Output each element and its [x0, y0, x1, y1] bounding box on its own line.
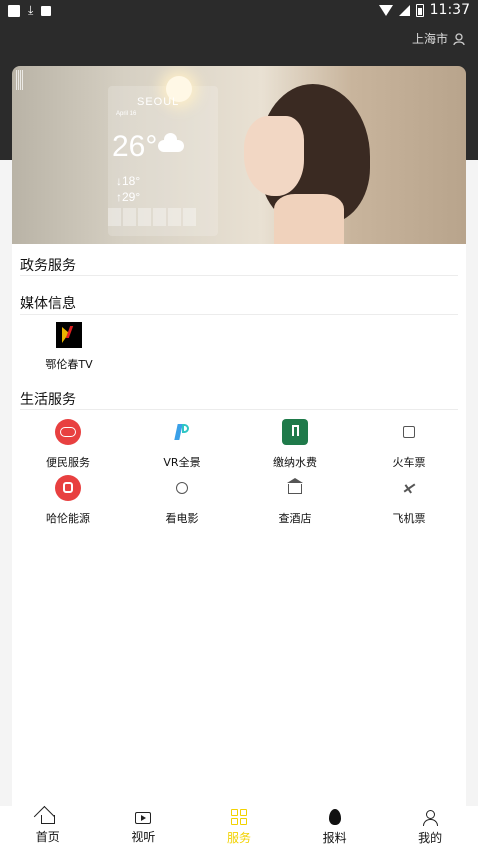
tab-home[interactable]: 首页	[0, 806, 96, 850]
tab-services[interactable]: 服务	[191, 806, 287, 850]
service-vr[interactable]: VR全景	[137, 419, 227, 470]
tab-label: 报料	[322, 831, 347, 845]
status-bar: ⤓ 11:37	[0, 0, 478, 22]
status-time: 11:37	[429, 2, 470, 18]
signal-icon	[398, 4, 410, 16]
service-label: VR全景	[163, 456, 201, 469]
image-icon	[41, 5, 52, 16]
service-film[interactable]: 看电影	[137, 475, 227, 526]
bottom-tab-bar: 首页 视听 服务 报料 我的	[0, 806, 478, 850]
divider	[20, 409, 458, 410]
tab-video[interactable]: 视听	[96, 806, 192, 850]
weather-low: ↓18°	[116, 174, 141, 188]
divider	[20, 314, 458, 315]
tab-label: 我的	[418, 831, 443, 845]
service-label: 看电影	[165, 512, 199, 525]
weather-high: ↑29°	[116, 190, 141, 204]
service-label: 哈伦能源	[46, 512, 90, 525]
section-title-gov: 政务服务	[20, 258, 76, 274]
battery-icon	[415, 3, 424, 17]
grid-icon	[230, 809, 247, 825]
tab-label: 首页	[35, 830, 60, 844]
tab-mine[interactable]: 我的	[382, 806, 478, 850]
service-train[interactable]: 火车票	[364, 419, 454, 470]
bus-icon	[55, 475, 81, 501]
convenience-icon	[55, 419, 81, 445]
service-convenience[interactable]: 便民服务	[23, 419, 113, 470]
service-label: 便民服务	[46, 456, 90, 469]
banner-image[interactable]: SEOUL April 16 26° ↓18° ↑29°	[12, 66, 466, 244]
service-hotel[interactable]: 查酒店	[250, 475, 340, 526]
user-icon	[422, 809, 439, 826]
tv-logo-icon	[56, 322, 82, 348]
service-label: 飞机票	[392, 512, 426, 525]
service-plane[interactable]: 飞机票	[364, 475, 454, 526]
weather-forecast-bars	[108, 208, 196, 226]
section-title-media: 媒体信息	[20, 296, 76, 312]
film-icon	[176, 482, 188, 494]
vr-icon	[169, 419, 195, 445]
service-label: 查酒店	[278, 512, 312, 525]
services-card: 政务服务 媒体信息 鄂伦春TV 生活服务 便民服务 VR全景 缴纳水费 火车票 …	[12, 244, 466, 806]
banner-decoration	[16, 70, 24, 90]
service-label: 缴纳水费	[273, 456, 317, 469]
plane-icon	[396, 475, 422, 501]
video-icon	[135, 812, 152, 824]
city-selector[interactable]: 上海市	[412, 30, 466, 47]
fire-icon	[328, 809, 341, 825]
train-icon	[403, 426, 415, 438]
hotel-icon	[287, 478, 303, 494]
city-label: 上海市	[411, 32, 448, 46]
cloud-icon	[158, 133, 184, 152]
home-icon	[40, 815, 55, 824]
tab-report[interactable]: 报料	[287, 806, 383, 850]
weather-temp: 26°	[112, 130, 158, 163]
section-title-life: 生活服务	[20, 392, 76, 408]
service-energy[interactable]: 哈伦能源	[23, 475, 113, 526]
weather-city: SEOUL	[137, 96, 180, 108]
tab-label: 视听	[131, 830, 156, 844]
service-water-bill[interactable]: 缴纳水费	[250, 419, 340, 470]
banner-person-face	[244, 116, 304, 196]
media-item-tv[interactable]: 鄂伦春TV	[42, 322, 96, 372]
wifi-icon	[378, 4, 393, 16]
media-item-label: 鄂伦春TV	[45, 358, 93, 371]
weather-date: April 16	[116, 111, 137, 117]
tab-label: 服务	[226, 831, 251, 845]
download-icon: ⤓	[28, 3, 34, 17]
divider	[20, 275, 458, 276]
location-user-icon	[453, 32, 465, 45]
notification-icon	[8, 4, 20, 17]
banner-person-neck	[274, 194, 344, 244]
water-bill-icon	[282, 419, 308, 445]
service-label: 火车票	[392, 456, 426, 469]
